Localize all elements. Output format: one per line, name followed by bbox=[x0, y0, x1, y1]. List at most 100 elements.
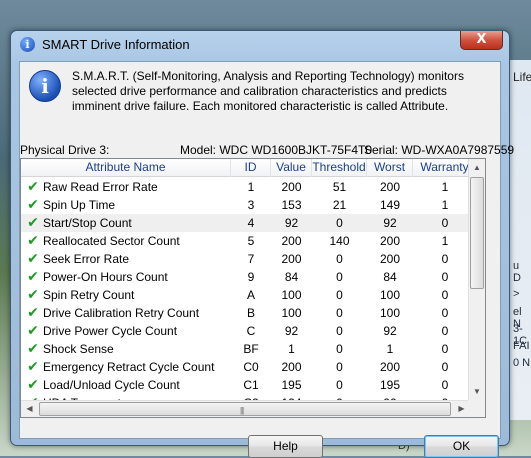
value-cell: 200 bbox=[281, 234, 302, 248]
attribute-name-cell: ✔ Emergency Retract Cycle Count bbox=[21, 358, 231, 376]
attribute-name-cell: ✔ Reallocated Sector Count bbox=[21, 232, 231, 250]
threshold-cell: 51 bbox=[332, 180, 347, 194]
attribute-name-cell: ✔ Drive Power Cycle Count bbox=[21, 322, 231, 340]
background-fragment: > bbox=[513, 288, 520, 300]
scrollbar-corner bbox=[468, 400, 485, 417]
check-icon: ✔ bbox=[27, 377, 39, 393]
threshold-cell: 0 bbox=[336, 306, 343, 320]
check-icon: ✔ bbox=[27, 179, 39, 195]
threshold-cell: 0 bbox=[336, 378, 343, 392]
background-fragment: FAI bbox=[513, 340, 530, 352]
vertical-scrollbar[interactable]: ▲ ▼ bbox=[468, 159, 485, 400]
background-fragment: 0 N bbox=[513, 357, 531, 369]
worst-cell: 100 bbox=[379, 306, 401, 320]
close-button[interactable]: X bbox=[460, 31, 503, 50]
scroll-down-arrow-icon[interactable]: ▼ bbox=[469, 383, 485, 400]
id-cell: 5 bbox=[247, 234, 255, 248]
dialog-title: SMART Drive Information bbox=[42, 37, 190, 52]
table-row[interactable]: ✔ Emergency Retract Cycle Count C0 200 0 200 0 bbox=[21, 358, 477, 376]
value-cell: 92 bbox=[284, 216, 299, 230]
check-icon: ✔ bbox=[27, 323, 39, 339]
grip-icon: ||| bbox=[240, 406, 244, 415]
threshold-cell: 0 bbox=[336, 216, 343, 230]
background-window-title: Life bbox=[513, 70, 531, 84]
id-cell: 9 bbox=[247, 270, 255, 284]
check-icon: ✔ bbox=[27, 197, 39, 213]
table-row[interactable]: ✔ Reallocated Sector Count 5 200 140 200 1 bbox=[21, 232, 477, 250]
attributes-table[interactable]: Attribute Name ID Value Threshold Worst … bbox=[20, 158, 486, 418]
value-cell: 200 bbox=[281, 360, 302, 374]
id-cell: B bbox=[246, 306, 255, 320]
column-header-value[interactable]: Value bbox=[271, 159, 312, 177]
table-row[interactable]: ✔ Spin Retry Count A 100 0 100 0 bbox=[21, 286, 477, 304]
column-header-worst[interactable]: Worst bbox=[367, 159, 413, 177]
attribute-name: Drive Calibration Retry Count bbox=[43, 306, 200, 320]
table-row[interactable]: ✔ Load/Unload Cycle Count C1 195 0 195 0 bbox=[21, 376, 477, 394]
value-cell: 100 bbox=[281, 306, 302, 320]
value-cell: 1 bbox=[288, 342, 295, 356]
table-header: Attribute Name ID Value Threshold Worst … bbox=[21, 159, 477, 177]
attribute-name-cell: ✔ Seek Error Rate bbox=[21, 250, 231, 268]
threshold-cell: 0 bbox=[336, 270, 343, 284]
vertical-scroll-thumb[interactable] bbox=[470, 177, 484, 289]
table-row[interactable]: ✔ Seek Error Rate 7 200 0 200 0 bbox=[21, 250, 477, 268]
id-cell: A bbox=[246, 288, 255, 302]
value-cell: 84 bbox=[284, 270, 299, 284]
help-button[interactable]: Help bbox=[248, 435, 323, 458]
attribute-name-cell: ✔ Raw Read Error Rate bbox=[21, 178, 231, 196]
threshold-cell: 21 bbox=[332, 198, 347, 212]
table-row[interactable]: ✔ Drive Power Cycle Count C 92 0 92 0 bbox=[21, 322, 477, 340]
worst-cell: 92 bbox=[383, 216, 397, 230]
column-header-attribute-name[interactable]: Attribute Name bbox=[21, 159, 231, 177]
scroll-up-arrow-icon[interactable]: ▲ bbox=[469, 159, 485, 176]
attribute-name-cell: ✔ Power-On Hours Count bbox=[21, 268, 231, 286]
column-header-threshold[interactable]: Threshold bbox=[312, 159, 367, 177]
check-icon: ✔ bbox=[27, 269, 39, 285]
table-row[interactable]: ✔ Drive Calibration Retry Count B 100 0 100 0 bbox=[21, 304, 477, 322]
check-icon: ✔ bbox=[27, 359, 39, 375]
check-icon: ✔ bbox=[27, 287, 39, 303]
drive-label: Physical Drive 3: bbox=[20, 143, 110, 157]
worst-cell: 200 bbox=[379, 234, 401, 248]
id-cell: C1 bbox=[243, 378, 259, 392]
attribute-name: Power-On Hours Count bbox=[43, 270, 168, 284]
ok-button[interactable]: OK bbox=[424, 435, 499, 458]
smart-description: S.M.A.R.T. (Self-Monitoring, Analysis an… bbox=[72, 69, 464, 113]
worst-cell: 84 bbox=[383, 270, 397, 284]
value-cell: 200 bbox=[281, 252, 302, 266]
table-row[interactable]: ✔ Spin Up Time 3 153 21 149 1 bbox=[21, 196, 477, 214]
attribute-name: Spin Up Time bbox=[43, 198, 116, 212]
column-header-id[interactable]: ID bbox=[231, 159, 271, 177]
threshold-cell: 0 bbox=[336, 288, 343, 302]
attribute-name-cell: ✔ Spin Up Time bbox=[21, 196, 231, 214]
horizontal-scrollbar[interactable]: ◀ ||| ▶ bbox=[21, 400, 470, 417]
table-row[interactable]: ✔ Power-On Hours Count 9 84 0 84 0 bbox=[21, 268, 477, 286]
drive-serial: Serial: WD-WXA0A7987559 bbox=[364, 143, 515, 157]
attribute-name: Seek Error Rate bbox=[43, 252, 130, 266]
horizontal-scroll-thumb[interactable]: ||| bbox=[39, 402, 451, 416]
info-icon: i bbox=[20, 37, 35, 52]
title-bar[interactable]: i SMART Drive Information X bbox=[11, 31, 509, 57]
attribute-name: Start/Stop Count bbox=[43, 216, 132, 230]
value-cell: 100 bbox=[281, 288, 302, 302]
id-cell: 1 bbox=[247, 180, 255, 194]
attribute-name-cell: ✔ Load/Unload Cycle Count bbox=[21, 376, 231, 394]
id-cell: BF bbox=[243, 342, 259, 356]
check-icon: ✔ bbox=[27, 233, 39, 249]
table-row[interactable]: ✔ Start/Stop Count 4 92 0 92 0 bbox=[21, 214, 477, 232]
info-icon: i bbox=[29, 70, 61, 102]
value-cell: 200 bbox=[281, 180, 302, 194]
attribute-name: Raw Read Error Rate bbox=[43, 180, 158, 194]
threshold-cell: 0 bbox=[336, 324, 343, 338]
scroll-left-arrow-icon[interactable]: ◀ bbox=[21, 401, 38, 417]
table-body: ✔ Raw Read Error Rate 1 200 51 200 1 ✔ Spin Up T… bbox=[21, 178, 477, 412]
check-icon: ✔ bbox=[27, 341, 39, 357]
check-icon: ✔ bbox=[27, 251, 39, 267]
threshold-cell: 0 bbox=[336, 252, 343, 266]
worst-cell: 100 bbox=[379, 288, 401, 302]
table-row[interactable]: ✔ Raw Read Error Rate 1 200 51 200 1 bbox=[21, 178, 477, 196]
table-row[interactable]: ✔ Shock Sense BF 1 0 1 0 bbox=[21, 340, 477, 358]
drive-model: Model: WDC WD1600BJKT-75F4T0 bbox=[180, 143, 373, 157]
worst-cell: 149 bbox=[379, 198, 401, 212]
attribute-name-cell: ✔ Spin Retry Count bbox=[21, 286, 231, 304]
